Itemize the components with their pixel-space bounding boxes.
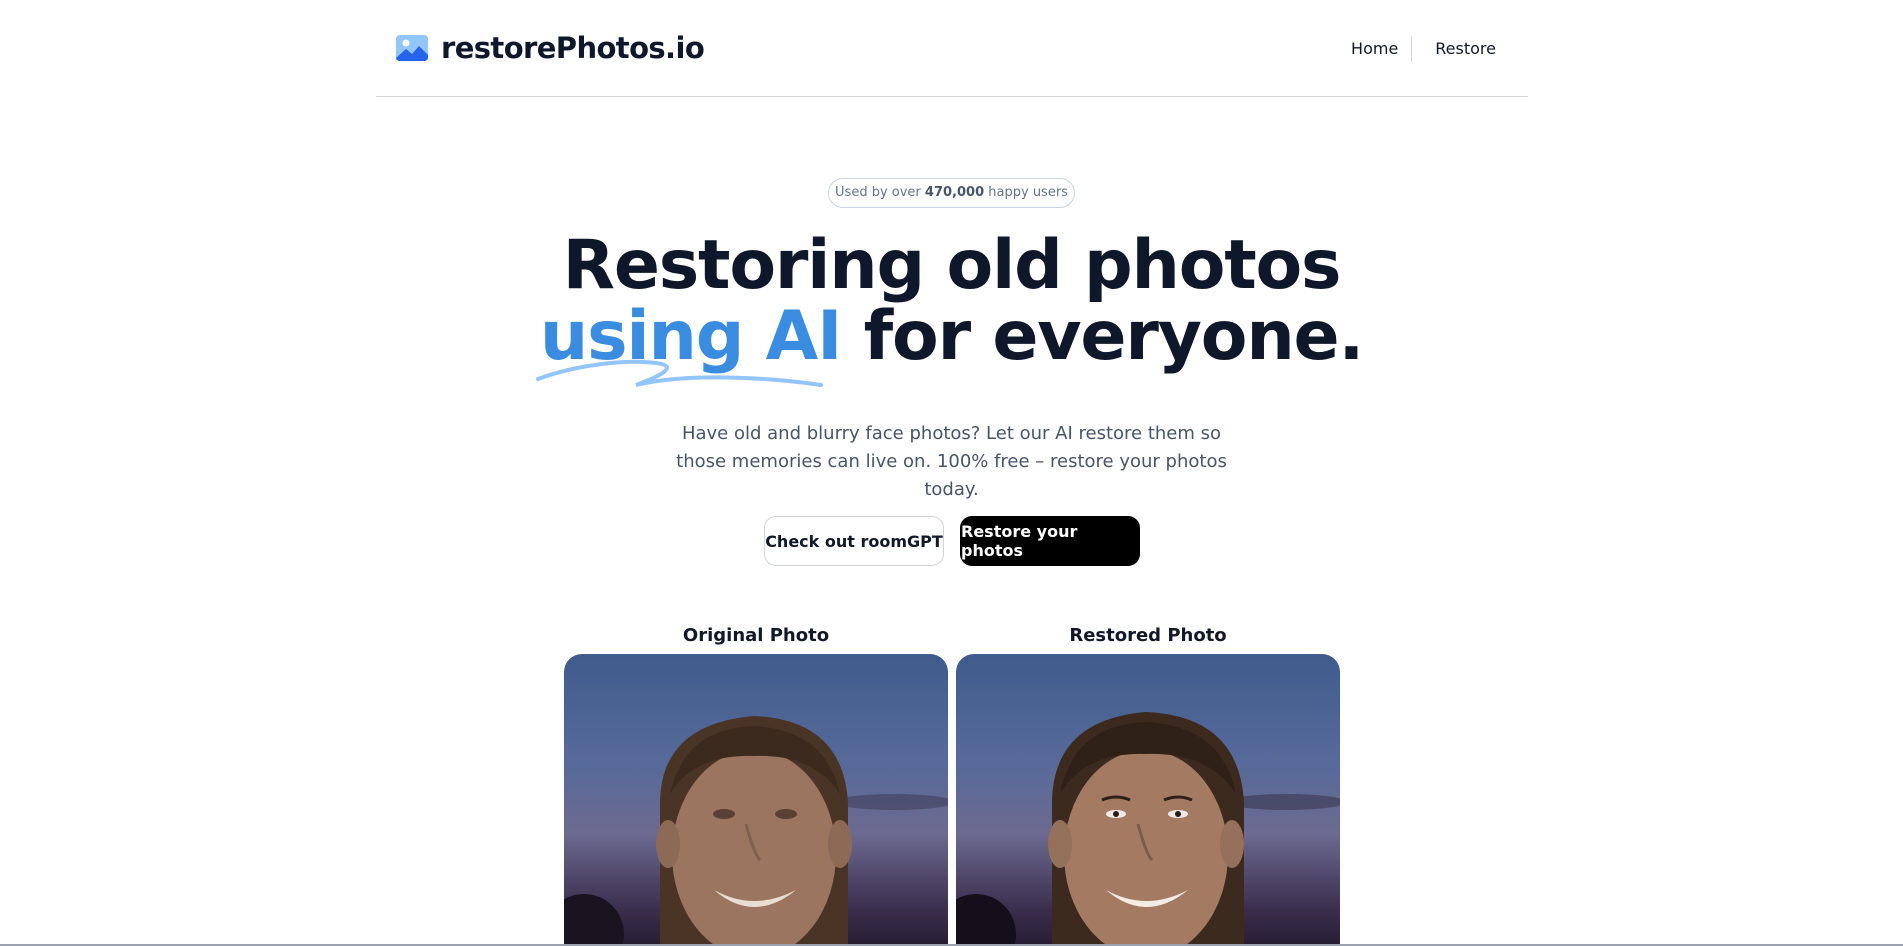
badge-prefix: Used by over (835, 185, 921, 200)
logo-text: restorePhotos.io (441, 31, 705, 65)
original-photo (564, 654, 948, 946)
underline-squiggle-icon (535, 359, 823, 387)
roomgpt-button[interactable]: Check out roomGPT (764, 516, 944, 566)
restored-photo-column: Restored Photo (956, 624, 1340, 946)
badge-suffix: happy users (988, 185, 1068, 200)
original-photo-label: Original Photo (682, 625, 830, 646)
hero-headline: Restoring old photos using AI for everyo… (0, 230, 1903, 387)
restored-photo-image (956, 712, 1340, 946)
headline-line1: Restoring old photos (562, 226, 1342, 305)
nav-home-link[interactable]: Home (1351, 37, 1398, 61)
nav-divider (1411, 36, 1413, 62)
main-nav: Home Restore (1351, 36, 1496, 62)
restored-photo (956, 654, 1340, 946)
headline-accent: using AI (535, 301, 842, 387)
restored-photo-label: Restored Photo (1069, 625, 1227, 646)
photo-icon (396, 35, 428, 61)
hero-subtitle: Have old and blurry face photos? Let our… (676, 423, 1227, 500)
original-photo-image (564, 716, 948, 946)
original-photo-column: Original Photo (564, 624, 948, 946)
headline-line2-rest: for everyone. (863, 297, 1365, 376)
restore-photos-button[interactable]: Restore your photos (960, 516, 1140, 566)
site-header: restorePhotos.io Home Restore (376, 0, 1528, 97)
users-badge: Used by over 470,000 happy users (828, 178, 1075, 208)
badge-count: 470,000 (924, 185, 985, 200)
nav-restore-link[interactable]: Restore (1435, 37, 1496, 61)
logo-link[interactable]: restorePhotos.io (395, 31, 705, 65)
